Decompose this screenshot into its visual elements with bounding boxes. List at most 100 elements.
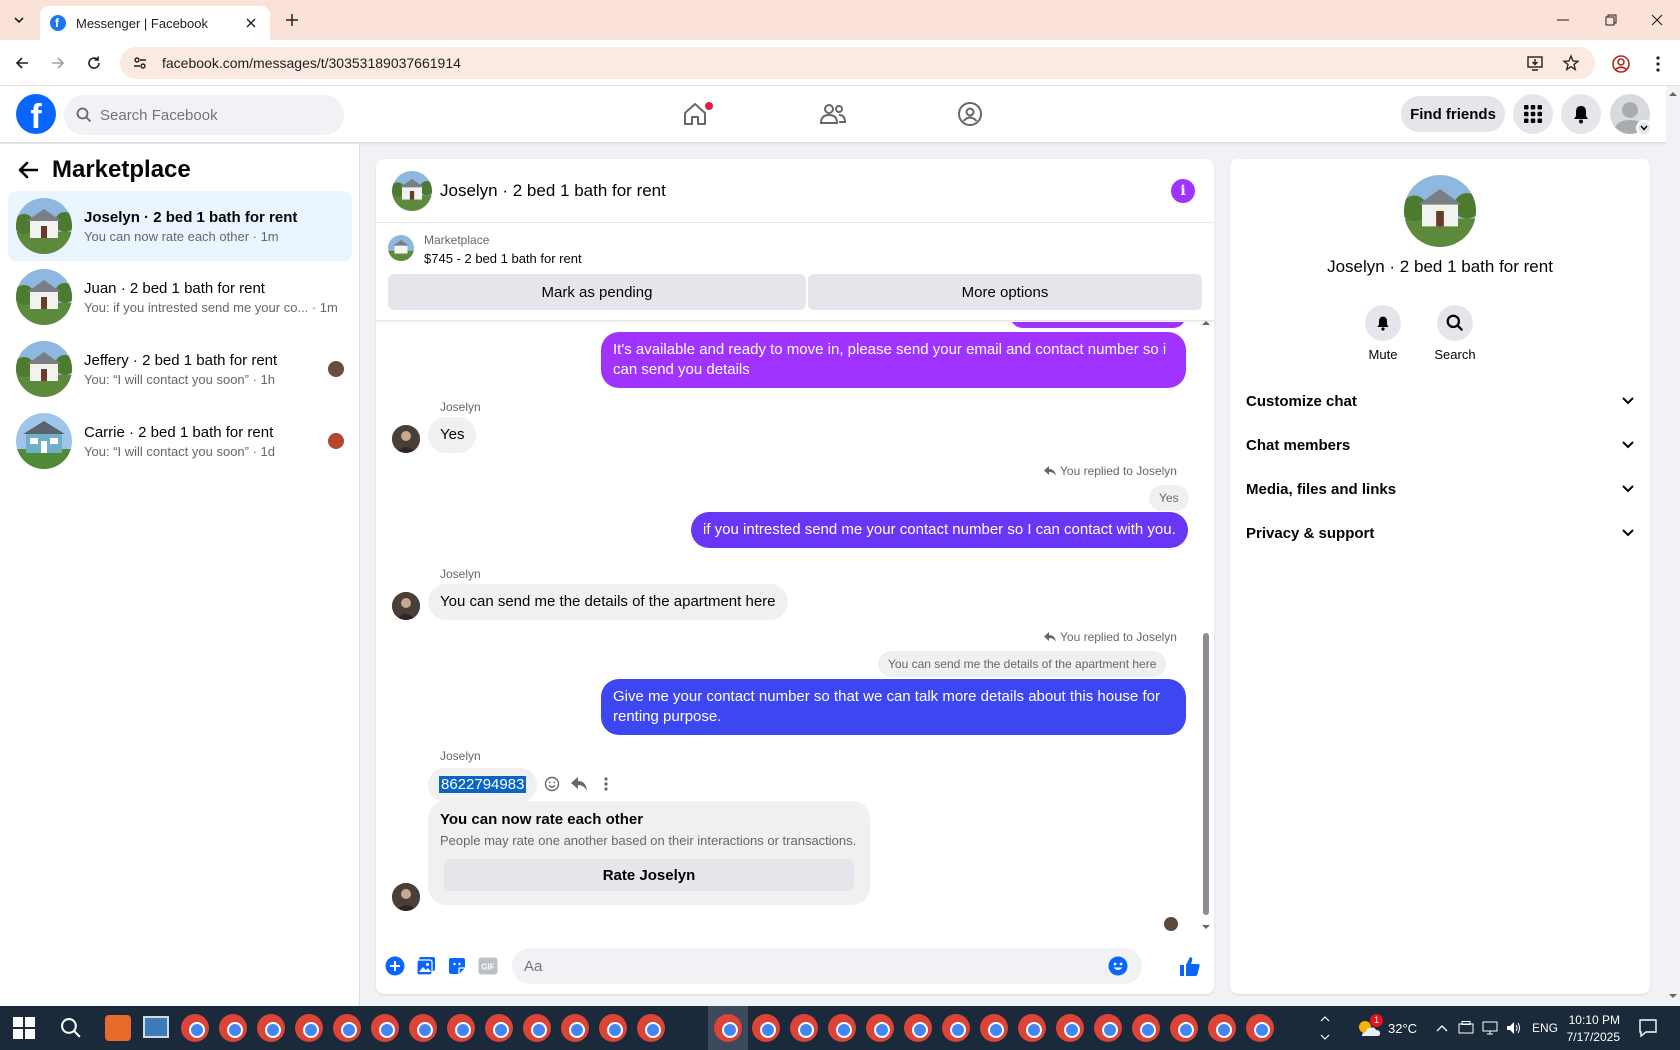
taskbar-chrome-icon[interactable] [1132, 1014, 1160, 1042]
tray-app-icon[interactable] [1458, 1021, 1474, 1035]
more-actions-plus-icon[interactable] [383, 954, 407, 978]
message-bubble-incoming[interactable]: 8622794983 [428, 768, 538, 802]
message-scrollbar[interactable] [1200, 321, 1212, 931]
back-arrow-icon[interactable] [18, 161, 38, 179]
windows-start-icon[interactable] [12, 1016, 36, 1040]
taskbar-chrome-icon[interactable] [980, 1014, 1008, 1042]
scrollbar-thumb[interactable] [1203, 633, 1209, 915]
notifications-button[interactable] [1561, 94, 1601, 134]
mute-action[interactable]: Mute [1353, 305, 1413, 362]
message-bubble-outgoing[interactable]: Give me your contact number so that we c… [601, 679, 1186, 735]
attach-photo-icon[interactable] [414, 954, 438, 978]
taskbar-chrome-icon[interactable] [1208, 1014, 1236, 1042]
thumbs-up-icon[interactable] [1178, 954, 1202, 978]
taskbar-chrome-icon[interactable] [714, 1014, 742, 1042]
taskbar-chrome-icon[interactable] [561, 1014, 589, 1042]
listing-price[interactable]: $745 - 2 bed 1 bath for rent [424, 251, 582, 266]
taskbar-chrome-icon[interactable] [637, 1014, 665, 1042]
forward-arrow-icon[interactable] [45, 50, 71, 76]
minimize-window-icon[interactable] [1540, 8, 1586, 32]
close-window-icon[interactable] [1634, 8, 1680, 32]
taskbar-chrome-icon[interactable] [219, 1014, 247, 1042]
volume-icon[interactable] [1506, 1021, 1522, 1035]
quoted-message[interactable]: Yes [1149, 485, 1189, 511]
emoji-icon[interactable] [1106, 954, 1130, 978]
contact-avatar[interactable] [392, 425, 420, 453]
message-input[interactable] [512, 948, 1142, 984]
taskbar-chrome-icon[interactable] [828, 1014, 856, 1042]
nav-groups[interactable] [914, 90, 1026, 138]
conversation-item[interactable]: Jeffery · 2 bed 1 bath for rent You: “I … [8, 334, 352, 404]
info-icon[interactable]: i [1171, 179, 1195, 203]
site-info-icon[interactable] [132, 55, 148, 71]
profile-icon[interactable] [1608, 51, 1634, 77]
close-tab-icon[interactable] [242, 14, 260, 32]
contact-avatar[interactable] [392, 883, 420, 911]
gif-icon[interactable]: GIF [476, 954, 500, 978]
rate-joselyn-button[interactable]: Rate Joselyn [444, 859, 854, 891]
taskbar-chrome-icon[interactable] [447, 1014, 475, 1042]
taskbar-chrome-icon[interactable] [333, 1014, 361, 1042]
taskbar-chrome-icon[interactable] [1246, 1014, 1274, 1042]
chat-title[interactable]: Joselyn · 2 bed 1 bath for rent [440, 181, 666, 201]
listing-thumbnail[interactable] [388, 235, 414, 261]
search-action[interactable]: Search [1425, 305, 1485, 362]
taskbar-app-paint-icon[interactable] [105, 1015, 131, 1041]
browser-menu-icon[interactable] [1645, 51, 1671, 77]
facebook-search-input[interactable] [100, 106, 320, 124]
privacy-support-section[interactable]: Privacy & support [1246, 513, 1634, 553]
weather-widget[interactable]: 1 32°C [1356, 1006, 1417, 1050]
taskbar-chrome-icon[interactable] [790, 1014, 818, 1042]
taskbar-chrome-icon[interactable] [752, 1014, 780, 1042]
taskbar-chrome-icon[interactable] [409, 1014, 437, 1042]
mark-as-pending-button[interactable]: Mark as pending [388, 274, 806, 310]
taskbar-chrome-icon[interactable] [181, 1014, 209, 1042]
find-friends-button[interactable]: Find friends [1401, 96, 1505, 132]
message-bubble-outgoing[interactable]: It's available and ready to move in, ple… [601, 332, 1186, 388]
clock[interactable]: 10:10 PM 7/17/2025 [1556, 1006, 1620, 1050]
facebook-logo-icon[interactable]: f [16, 94, 56, 134]
tab-search-chevron-icon[interactable] [8, 9, 30, 31]
restore-window-icon[interactable] [1588, 8, 1634, 32]
sticker-icon[interactable] [445, 954, 469, 978]
search-in-chat-icon[interactable] [1437, 305, 1473, 341]
facebook-search[interactable] [64, 95, 344, 135]
taskbar-overflow-arrows[interactable] [1320, 1006, 1330, 1050]
react-smiley-icon[interactable] [542, 774, 562, 794]
tray-chevron-up-icon[interactable] [1436, 1024, 1448, 1032]
chat-members-section[interactable]: Chat members [1246, 425, 1634, 465]
chat-house-thumbnail[interactable] [392, 170, 432, 211]
taskbar-chrome-icon[interactable] [599, 1014, 627, 1042]
selected-phone-number[interactable]: 8622794983 [439, 776, 527, 793]
taskbar-chrome-icon[interactable] [1056, 1014, 1084, 1042]
quoted-message[interactable]: You can send me the details of the apart… [878, 651, 1167, 677]
back-arrow-icon[interactable] [9, 50, 35, 76]
conversation-item[interactable]: Carrie · 2 bed 1 bath for rent You: “I w… [8, 406, 352, 476]
nav-friends[interactable] [777, 90, 889, 138]
taskbar-search-icon[interactable] [60, 1017, 82, 1039]
address-bar[interactable]: facebook.com/messages/t/3035318903766191… [120, 47, 1595, 79]
address-url[interactable]: facebook.com/messages/t/3035318903766191… [162, 55, 1511, 71]
more-options-button[interactable]: More options [808, 274, 1202, 310]
account-chevron-icon[interactable] [1636, 120, 1652, 136]
taskbar-chrome-icon[interactable] [485, 1014, 513, 1042]
taskbar-chrome-icon[interactable] [1170, 1014, 1198, 1042]
nav-home[interactable] [639, 90, 751, 138]
taskbar-chrome-icon[interactable] [942, 1014, 970, 1042]
taskbar-chrome-icon[interactable] [523, 1014, 551, 1042]
notification-center-icon[interactable] [1638, 1018, 1658, 1038]
page-scrollbar[interactable] [1666, 86, 1680, 1006]
input-language[interactable]: ENG [1532, 1021, 1558, 1035]
browser-tab-messenger[interactable]: Messenger | Facebook [40, 6, 270, 40]
conversation-item[interactable]: Joselyn · 2 bed 1 bath for rent You can … [8, 191, 352, 261]
taskbar-app-photos-icon[interactable] [143, 1016, 169, 1038]
bookmark-star-icon[interactable] [1559, 51, 1583, 75]
media-files-links-section[interactable]: Media, files and links [1246, 469, 1634, 509]
listing-avatar[interactable] [1404, 175, 1476, 247]
taskbar-chrome-icon[interactable] [371, 1014, 399, 1042]
taskbar-chrome-icon[interactable] [866, 1014, 894, 1042]
contact-avatar[interactable] [392, 592, 420, 620]
install-app-icon[interactable] [1523, 51, 1547, 75]
more-actions-icon[interactable] [596, 774, 616, 794]
taskbar-chrome-icon[interactable] [295, 1014, 323, 1042]
